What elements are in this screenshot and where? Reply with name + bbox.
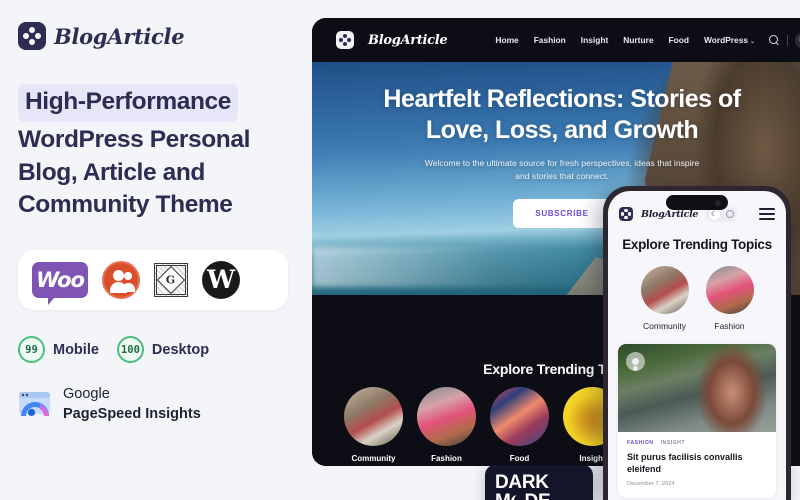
main-navigation: Home Fashion Insight Nurture Food WordPr… (495, 35, 755, 45)
category-food[interactable]: Food (490, 387, 549, 463)
brand-name: BlogArticle (54, 23, 185, 49)
score-ring-mobile: 99 (18, 336, 45, 364)
nav-item-fashion[interactable]: Fashion (534, 35, 566, 45)
category-image (490, 387, 549, 446)
headline-highlight: High-Performance (18, 84, 238, 122)
mobile-screen: BlogArticle ☾ Explore Trending Topics Co… (608, 191, 786, 500)
category-image (417, 387, 476, 446)
nav-wordpress-label: WordPress (703, 35, 749, 45)
hero-title: Heartfelt Reflections: Stories of Love, … (383, 85, 741, 144)
nav-item-nurture[interactable]: Nurture (623, 35, 653, 45)
plugin-compatibility-card: Woo G W (18, 250, 288, 311)
category-label: Food (509, 454, 530, 463)
brand-logo[interactable]: BlogArticle (18, 22, 294, 50)
mobile-category-community[interactable]: Community (640, 266, 689, 331)
buddypress-logo-icon (102, 261, 140, 300)
dm-m: M (495, 491, 511, 500)
mobile-category-fashion[interactable]: Fashion (705, 266, 754, 331)
score-label-mobile: Mobile (53, 341, 99, 358)
dm-de: DE (525, 491, 551, 500)
hero-subtitle: Welcome to the ultimate source for fresh… (424, 158, 700, 181)
dark-mode-line-1: DARK (495, 472, 549, 493)
mobile-category-list: Community Fashion (608, 266, 786, 331)
wordpress-logo-icon: W (202, 261, 240, 300)
search-icon[interactable] (769, 34, 780, 46)
score-ring-desktop: 100 (116, 336, 144, 364)
moon-icon: ☾ (708, 208, 720, 220)
page-title: High-Performance WordPress Personal Blog… (18, 84, 294, 222)
theme-toggle[interactable]: ☾ (795, 31, 800, 49)
header-brand-mark-icon (336, 31, 354, 49)
pagespeed-insights-label: Google PageSpeed Insights (63, 385, 201, 424)
mobile-section-heading: Explore Trending Topics (622, 237, 772, 252)
category-label: Fashion (714, 321, 745, 331)
article-tag-primary[interactable]: FASHION (627, 440, 654, 446)
site-header: BlogArticle Home Fashion Insight Nurture… (312, 18, 800, 62)
device-notch (666, 195, 728, 210)
subscribe-button[interactable]: SUBSCRIBE (513, 198, 611, 228)
author-avatar (626, 352, 645, 371)
headline-rest: WordPress Personal Blog, Article and Com… (18, 125, 250, 219)
article-tags: FASHION INSIGHT (627, 440, 767, 446)
dark-mode-badge: DARK M DE (485, 465, 593, 500)
article-thumbnail (618, 344, 776, 432)
category-image (344, 387, 403, 446)
score-mobile: 99 Mobile (18, 336, 99, 364)
brand-mark-icon (18, 22, 46, 50)
nav-item-wordpress[interactable]: WordPress ⌄ (704, 35, 755, 45)
mobile-brand-mark-icon (619, 207, 633, 221)
hamburger-menu-icon[interactable] (759, 208, 775, 220)
pagespeed-scores: 99 Mobile 100 Desktop (18, 336, 294, 364)
category-fashion[interactable]: Fashion (417, 387, 476, 463)
score-desktop: 100 Desktop (116, 336, 210, 364)
promo-banner: BlogArticle High-Performance WordPress P… (0, 0, 800, 500)
divider (787, 34, 789, 46)
category-community[interactable]: Community (344, 387, 403, 463)
nav-item-insight[interactable]: Insight (581, 35, 608, 45)
article-title: Sit purus facilisis convallis eleifend (627, 452, 743, 475)
pagespeed-insights-brand: Google PageSpeed Insights (18, 385, 294, 424)
woocommerce-logo-icon: Woo (32, 262, 88, 306)
sun-icon (725, 210, 734, 218)
psi-line-1: Google (63, 386, 110, 403)
mobile-brand-name: BlogArticle (641, 208, 699, 220)
article-card-body: FASHION INSIGHT Sit purus facilisis conv… (618, 432, 776, 498)
category-label: Community (643, 321, 686, 331)
category-label: Community (351, 454, 396, 463)
moon-glyph-icon (511, 494, 526, 500)
mobile-article-card[interactable]: FASHION INSIGHT Sit purus facilisis conv… (618, 344, 776, 499)
score-label-desktop: Desktop (151, 341, 210, 358)
category-image (705, 266, 754, 314)
category-label: Fashion (431, 454, 462, 463)
header-actions: ☾ (769, 31, 800, 49)
category-image (640, 266, 689, 314)
left-info-panel: BlogArticle High-Performance WordPress P… (0, 0, 312, 500)
nav-item-home[interactable]: Home (495, 35, 518, 45)
pagespeed-insights-icon (18, 390, 52, 420)
psi-line-2: PageSpeed Insights (63, 405, 201, 422)
article-date: December 7, 2024 (627, 481, 675, 488)
chevron-down-icon: ⌄ (750, 39, 756, 45)
dark-mode-line-2: M DE (495, 492, 593, 500)
gutenberg-logo-icon: G (154, 263, 188, 298)
article-tag-secondary[interactable]: INSIGHT (661, 440, 686, 446)
mobile-preview-device: BlogArticle ☾ Explore Trending Topics Co… (603, 186, 791, 500)
nav-item-food[interactable]: Food (669, 35, 689, 45)
header-brand-name: BlogArticle (368, 32, 448, 48)
